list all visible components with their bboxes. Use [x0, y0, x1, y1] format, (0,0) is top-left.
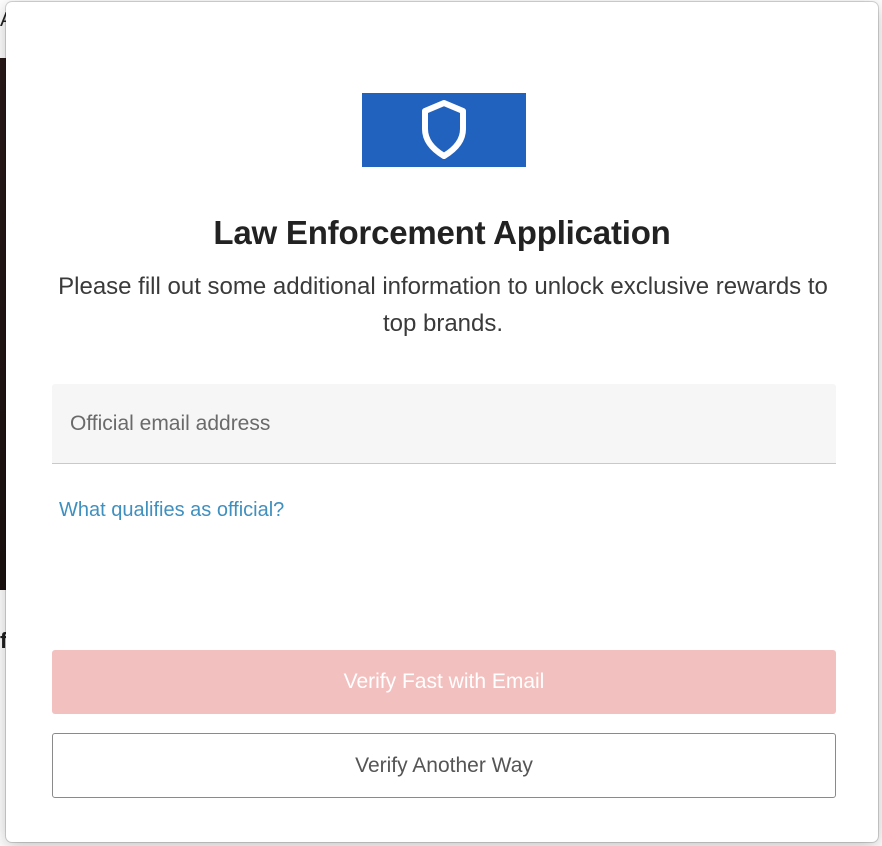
shield-icon — [422, 100, 466, 159]
verify-fast-email-button[interactable]: Verify Fast with Email — [52, 650, 836, 714]
what-qualifies-link[interactable]: What qualifies as official? — [59, 499, 284, 522]
logo-banner — [362, 93, 526, 167]
verify-another-way-button[interactable]: Verify Another Way — [52, 733, 836, 798]
official-email-field[interactable] — [52, 384, 836, 464]
application-modal: Law Enforcement Application Please fill … — [6, 2, 878, 842]
modal-title: Law Enforcement Application — [213, 214, 671, 251]
modal-subtitle: Please fill out some additional informat… — [58, 273, 828, 337]
